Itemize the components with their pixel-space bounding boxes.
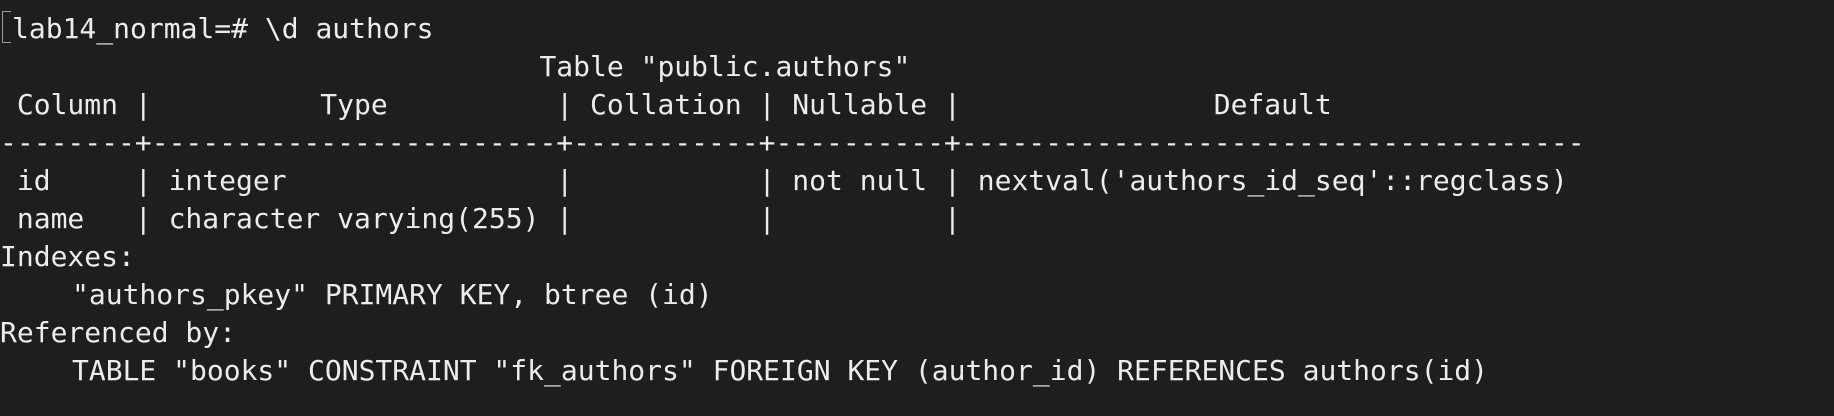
table-row: name | character varying(255) | | | bbox=[0, 202, 961, 235]
command-text: \d authors bbox=[264, 12, 434, 45]
referenced-by-label: Referenced by: bbox=[0, 316, 237, 349]
cursor-mark-icon bbox=[2, 11, 11, 43]
referenced-by-entry: TABLE "books" CONSTRAINT "fk_authors" FO… bbox=[72, 354, 1489, 387]
indexes-label: Indexes: bbox=[0, 240, 135, 273]
table-header-row: Column | Type | Collation | Nullable | D… bbox=[0, 88, 1332, 121]
table-title: Table "public.authors" bbox=[0, 50, 911, 83]
table-separator-row: --------+------------------------+------… bbox=[0, 126, 1585, 159]
index-entry: "authors_pkey" PRIMARY KEY, btree (id) bbox=[72, 278, 713, 311]
table-row: id | integer | | not null | nextval('aut… bbox=[0, 164, 1568, 197]
prompt: lab14_normal=# bbox=[12, 12, 265, 45]
command-line: lab14_normal=# \d authors bbox=[0, 10, 1834, 48]
terminal-window[interactable]: lab14_normal=# \d authors Table "public.… bbox=[0, 10, 1834, 416]
